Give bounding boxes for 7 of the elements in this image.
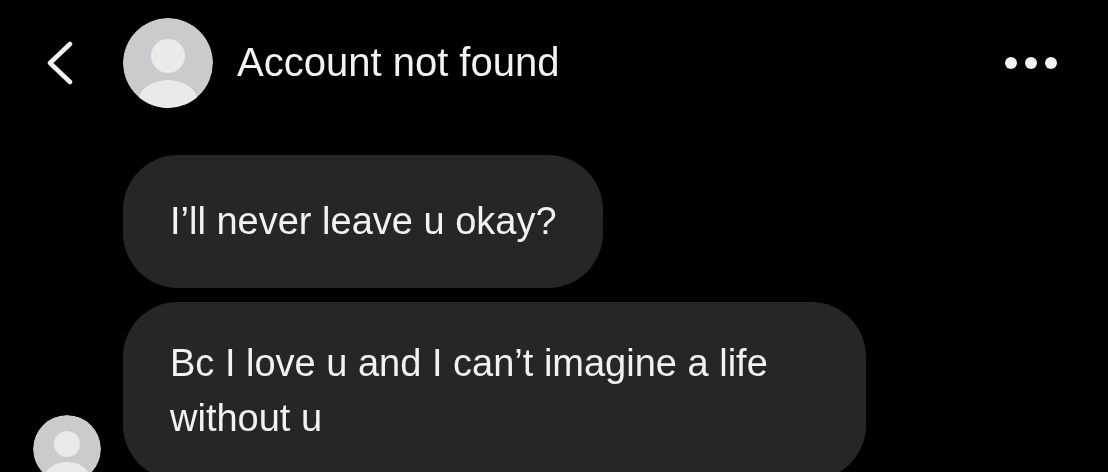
message-bubble: I’ll never leave u okay? (123, 155, 603, 288)
avatar-icon (33, 415, 101, 472)
avatar-icon[interactable] (123, 17, 213, 108)
contact-name[interactable]: Account not found (237, 40, 1004, 85)
more-options-icon[interactable] (1004, 55, 1058, 70)
message-bubble: Bc I love u and I can’t imagine a life without u (123, 302, 866, 472)
back-icon[interactable] (45, 40, 75, 85)
